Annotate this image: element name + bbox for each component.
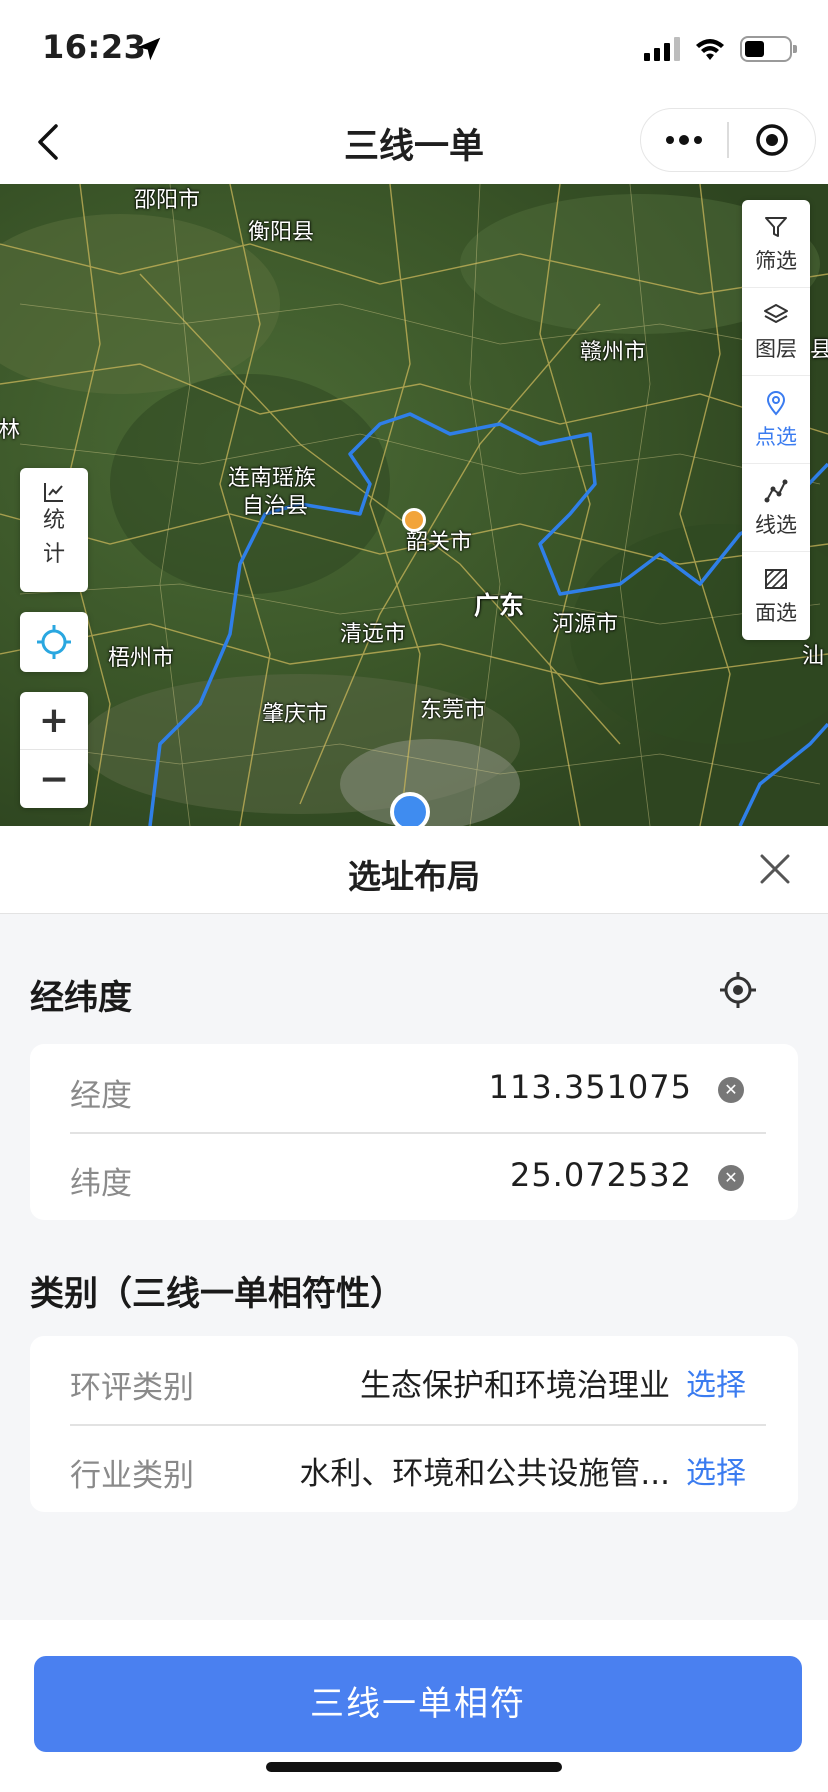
tool-label: 面选 (755, 601, 797, 625)
current-location-marker (390, 792, 430, 826)
clear-latitude-icon[interactable]: ✕ (718, 1165, 744, 1191)
tool-line-select[interactable]: 线选 (742, 464, 810, 552)
compliance-check-button[interactable]: 三线一单相符 (34, 1656, 802, 1752)
city-label: 赣州市 (580, 340, 647, 365)
map-tool-panel: 筛选 图层 点选 线选 面选 (742, 200, 810, 640)
province-label: 广东 (474, 591, 525, 620)
clear-longitude-icon[interactable]: ✕ (718, 1077, 744, 1103)
sheet-header: 选址布局 (0, 826, 828, 914)
polygon-icon (765, 569, 787, 589)
tool-area-select[interactable]: 面选 (742, 552, 810, 640)
city-label: 衡阳县 (248, 220, 315, 245)
city-label: 河源市 (552, 612, 619, 637)
city-label: 县 (810, 338, 828, 363)
battery-icon (740, 36, 797, 62)
category-section-title: 类别（三线一单相符性） (30, 1274, 404, 1314)
map-terrain (0, 184, 828, 826)
longitude-row: 经度 113.351075 ✕ (30, 1044, 798, 1132)
city-label: 肇庆市 (262, 702, 329, 727)
pin-icon (766, 390, 786, 416)
city-label: 汕 (802, 644, 825, 669)
tool-layers[interactable]: 图层 (742, 288, 810, 376)
more-button[interactable] (641, 109, 727, 171)
coordinates-card: 经度 113.351075 ✕ 纬度 25.072532 ✕ (30, 1044, 798, 1220)
eia-select-link[interactable]: 选择 (686, 1360, 746, 1404)
zoom-in-button[interactable]: + (20, 692, 88, 750)
city-label: 自治县 (242, 494, 309, 519)
cellular-signal-icon (644, 37, 680, 61)
longitude-label: 经度 (70, 1078, 132, 1114)
selected-point-marker[interactable] (402, 508, 426, 532)
industry-category-row[interactable]: 行业类别 水利、环境和公共设施管... 选择 (30, 1424, 798, 1512)
city-label: 清远市 (340, 622, 407, 647)
industry-category-value: 水利、环境和公共设施管... (299, 1456, 670, 1492)
longitude-input[interactable]: 113.351075 (489, 1068, 692, 1106)
statistics-label: 统 (42, 508, 65, 533)
more-dots-icon (666, 136, 674, 144)
layers-icon (764, 303, 788, 323)
tool-label: 点选 (755, 424, 797, 449)
zoom-out-button[interactable]: − (20, 750, 88, 808)
polyline-icon (764, 479, 788, 502)
close-miniprogram-button[interactable] (729, 122, 816, 158)
coords-section-title: 经纬度 (30, 978, 132, 1018)
satellite-map[interactable]: 邵阳市 衡阳县 赣州市 连南瑶族 自治县 韶关市 广东 清远市 河源市 梧州市 … (0, 184, 828, 826)
crosshair-locate-icon (37, 625, 71, 659)
industry-category-label: 行业类别 (70, 1458, 194, 1494)
status-time: 16:23 (42, 28, 147, 66)
tool-label: 图层 (755, 336, 797, 361)
city-label: 邵阳市 (134, 188, 201, 213)
category-card: 环评类别 生态保护和环境治理业 选择 行业类别 水利、环境和公共设施管... 选… (30, 1336, 798, 1512)
sheet-body: 经纬度 经度 113.351075 ✕ 纬度 25.072532 ✕ 类别（三线… (0, 914, 828, 1620)
city-label: 梧州市 (108, 646, 175, 671)
eia-category-label: 环评类别 (70, 1370, 194, 1406)
tool-label: 线选 (755, 512, 797, 537)
miniprogram-capsule (640, 108, 816, 172)
city-label: 东莞市 (420, 698, 487, 723)
close-icon[interactable] (758, 852, 792, 886)
industry-select-link[interactable]: 选择 (686, 1448, 746, 1492)
home-indicator (266, 1762, 562, 1772)
statistics-label: 计 (42, 542, 65, 567)
filter-icon (765, 216, 787, 237)
status-bar: 16:23 (0, 0, 828, 100)
zoom-control: + − (20, 692, 88, 808)
tool-point-select[interactable]: 点选 (742, 376, 810, 464)
latitude-label: 纬度 (70, 1166, 132, 1202)
status-indicators (644, 36, 797, 62)
line-chart-icon (44, 483, 63, 502)
latitude-input[interactable]: 25.072532 (510, 1156, 692, 1194)
tool-filter[interactable]: 筛选 (742, 200, 810, 288)
target-circle-icon (756, 124, 788, 156)
navigation-bar: 三线一单 (0, 100, 828, 184)
sheet-title: 选址布局 (348, 857, 480, 896)
wifi-icon (696, 39, 724, 60)
locate-me-button[interactable] (20, 612, 88, 672)
eia-category-row[interactable]: 环评类别 生态保护和环境治理业 选择 (30, 1336, 798, 1424)
location-arrow-icon (137, 37, 161, 61)
gps-target-icon[interactable] (718, 970, 758, 1010)
statistics-button[interactable]: 统 计 (20, 468, 88, 592)
eia-category-value: 生态保护和环境治理业 (360, 1368, 670, 1404)
tool-label: 筛选 (755, 248, 797, 273)
latitude-row: 纬度 25.072532 ✕ (30, 1132, 798, 1220)
city-label: 林 (0, 418, 21, 443)
